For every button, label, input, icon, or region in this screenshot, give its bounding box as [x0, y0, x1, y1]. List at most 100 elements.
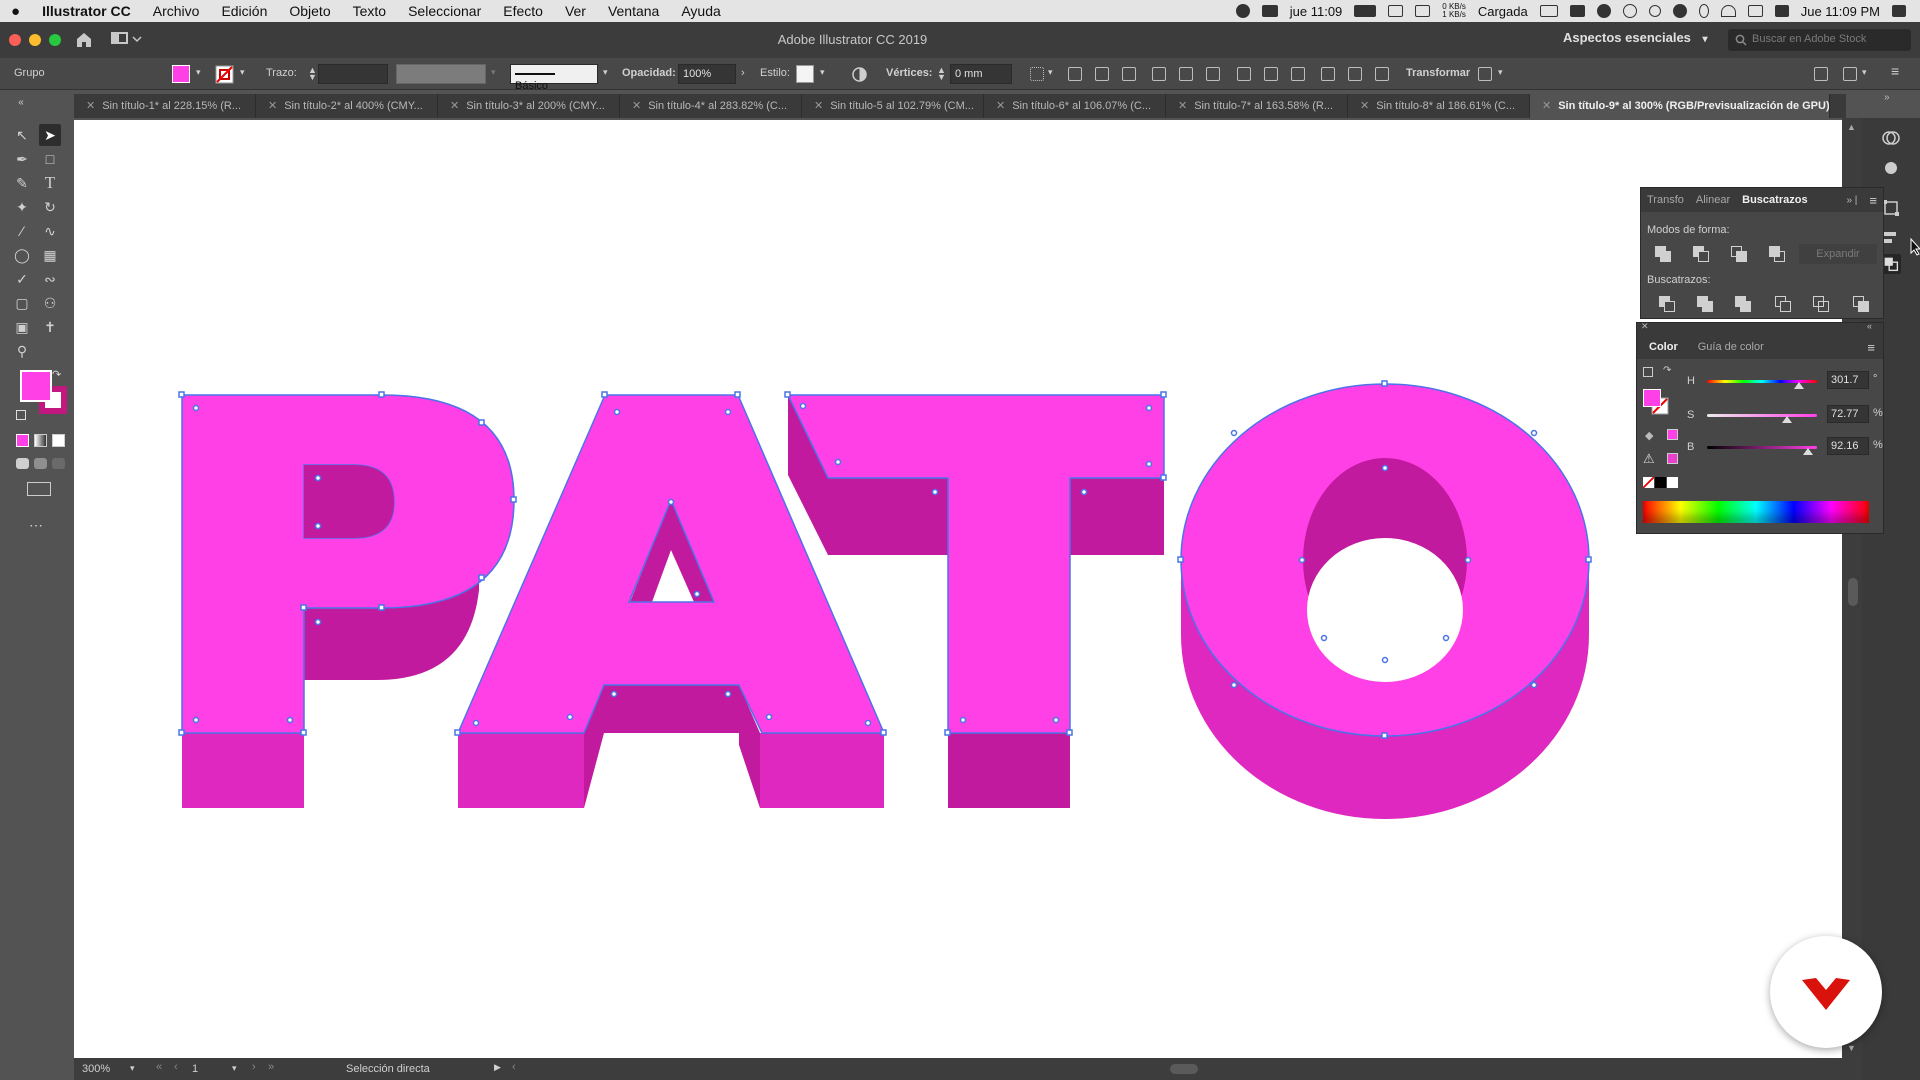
free-transform-tool-icon[interactable]: ▢ [11, 292, 33, 314]
tab-doc-1[interactable]: ✕ Sin título-1* al 228.15% (R... [74, 94, 256, 118]
creative-cloud-icon[interactable] [1596, 4, 1611, 18]
resolution-icon[interactable] [1388, 5, 1404, 17]
brightness-slider[interactable] [1707, 446, 1817, 449]
recolor-artwork-icon[interactable] [852, 67, 867, 82]
distribute-right-icon[interactable] [1375, 67, 1389, 81]
control-bar-menu-icon[interactable]: ≡ [1891, 63, 1899, 79]
white-color-button[interactable] [1667, 477, 1678, 488]
letter-o[interactable] [1180, 383, 1590, 819]
shaper-tool-icon[interactable]: ✦ [11, 196, 33, 218]
stroke-weight-stepper[interactable]: ▲ ▼ [308, 66, 317, 82]
notification-center-icon[interactable] [1892, 5, 1906, 17]
black-color-button[interactable] [1655, 477, 1666, 488]
close-icon[interactable]: ✕ [86, 100, 95, 112]
fill-swatch[interactable] [172, 65, 190, 83]
in-gamut-swatch[interactable] [1667, 453, 1678, 464]
last-artboard-icon[interactable]: » [268, 1061, 274, 1073]
none-mode-icon[interactable] [52, 434, 65, 447]
edit-toolbar-icon[interactable]: ⋯ [25, 514, 47, 536]
menu-app-name[interactable]: Illustrator CC [31, 3, 142, 19]
tab-doc-6[interactable]: ✕ Sin título-6* al 106.07% (C... [984, 94, 1166, 118]
close-icon[interactable]: ✕ [814, 100, 823, 112]
screen-icon[interactable] [1354, 5, 1377, 17]
gpu-icon[interactable] [1415, 5, 1431, 17]
artboard-dropdown-icon[interactable]: ▾ [232, 1063, 237, 1074]
web-safe-swatch[interactable] [1667, 429, 1678, 440]
color-spectrum-bar[interactable] [1643, 501, 1869, 523]
siri-icon[interactable] [1672, 4, 1687, 18]
swap-fill-stroke-icon[interactable]: ↷ [52, 368, 61, 381]
menu-efecto[interactable]: Efecto [492, 3, 554, 19]
tab-transform[interactable]: Transfo [1641, 194, 1690, 206]
first-artboard-icon[interactable]: « [156, 1061, 162, 1073]
tab-doc-7[interactable]: ✕ Sin título-7* al 163.58% (R... [1166, 94, 1348, 118]
paintbrush-tool-icon[interactable]: ✎ [11, 172, 33, 194]
scroll-left-icon[interactable]: ‹ [512, 1061, 516, 1073]
out-of-gamut-warning-icon[interactable]: ⚠ [1643, 451, 1655, 467]
swap-colors-icon[interactable]: ↷ [1663, 365, 1671, 376]
tab-doc-3[interactable]: ✕ Sin título-3* al 200% (CMY... [438, 94, 620, 118]
adobe-stock-search-input[interactable]: Buscar en Adobe Stock [1728, 29, 1911, 51]
transform-label[interactable]: Transformar [1406, 67, 1470, 79]
airplay-icon[interactable] [1747, 5, 1763, 17]
brightness-slider-thumb[interactable] [1803, 448, 1814, 455]
selection-tool-icon[interactable]: ↖ [11, 124, 33, 146]
divide-button[interactable] [1659, 296, 1675, 312]
menu-archivo[interactable]: Archivo [142, 3, 211, 19]
menu-edicion[interactable]: Edición [210, 3, 278, 19]
previous-artboard-icon[interactable]: ‹ [174, 1061, 178, 1073]
distribute-left-icon[interactable] [1321, 67, 1335, 81]
record-icon[interactable] [1235, 4, 1250, 18]
menu-seleccionar[interactable]: Seleccionar [397, 3, 492, 19]
wifi-icon[interactable] [1720, 5, 1736, 17]
scroll-up-icon[interactable]: ▲ [1847, 122, 1856, 132]
menu-ayuda[interactable]: Ayuda [670, 3, 731, 19]
panel-menu-icon[interactable]: ≡ [1859, 340, 1883, 355]
unite-button[interactable] [1655, 246, 1671, 262]
workspace-switcher[interactable]: Aspectos esenciales ▾ [1563, 30, 1708, 45]
saturation-slider-thumb[interactable] [1782, 416, 1793, 423]
arrange-icon[interactable] [1843, 67, 1857, 81]
default-fill-stroke-icon[interactable] [16, 410, 26, 420]
align-left-icon[interactable] [1068, 67, 1082, 81]
minus-back-button[interactable] [1853, 296, 1869, 312]
close-icon[interactable]: ✕ [632, 100, 641, 112]
variable-width-profile[interactable] [396, 64, 486, 84]
trim-button[interactable] [1697, 296, 1713, 312]
stroke-dropdown-icon[interactable]: ▾ [240, 67, 245, 78]
clock-full[interactable]: Jue 11:09 PM [1801, 4, 1880, 19]
draw-inside-icon[interactable] [52, 458, 65, 469]
close-icon[interactable]: ✕ [1360, 100, 1369, 112]
intersect-button[interactable] [1731, 246, 1747, 262]
panel-collapse-icon[interactable]: » | [1840, 195, 1863, 206]
dock-expand-icon[interactable]: » [1884, 92, 1890, 103]
next-artboard-icon[interactable]: › [252, 1061, 256, 1073]
hue-slider-thumb[interactable] [1794, 382, 1805, 389]
expand-button[interactable]: Expandir [1799, 244, 1877, 264]
artboard-canvas[interactable] [74, 120, 1842, 1058]
panel-menu-icon[interactable]: ≡ [1863, 193, 1883, 208]
dropbox-icon[interactable] [1261, 5, 1278, 17]
stroke-swatch[interactable] [215, 65, 234, 84]
brush-definition-field[interactable]: Básico [510, 64, 598, 92]
color-themes-icon[interactable] [1881, 158, 1901, 178]
crop-button[interactable] [1775, 296, 1791, 312]
blend-tool-icon[interactable]: ∾ [39, 268, 61, 290]
status-tool-label[interactable]: Selección directa [346, 1063, 430, 1075]
saturation-slider[interactable] [1707, 414, 1817, 417]
merge-button[interactable] [1735, 296, 1751, 312]
rectangle-tool-icon[interactable]: □ [39, 148, 61, 170]
tab-doc-5[interactable]: ✕ Sin título-5 al 102.79% (CM... [802, 94, 984, 118]
rotate-tool-icon[interactable]: ↻ [39, 196, 61, 218]
align-horizontal-center-icon[interactable] [1095, 67, 1109, 81]
tab-doc-9[interactable]: ✕ Sin título-9* al 300% (RGB/Previsualiza… [1530, 94, 1830, 118]
bluetooth-icon[interactable] [1698, 4, 1709, 18]
menu-objeto[interactable]: Objeto [278, 3, 341, 19]
vertices-stepper[interactable]: ▲ ▼ [937, 66, 946, 82]
horizontal-scroll-thumb[interactable] [1170, 1064, 1198, 1074]
shape-builder-tool-icon[interactable]: ◯ [11, 244, 33, 266]
panel-fill-swatch[interactable] [1643, 389, 1661, 407]
toolbar-collapse-icon[interactable]: « [10, 92, 32, 114]
isolate-dropdown-icon[interactable]: ▾ [1498, 67, 1503, 78]
arrange-dropdown-icon[interactable]: ▾ [1862, 67, 1867, 78]
